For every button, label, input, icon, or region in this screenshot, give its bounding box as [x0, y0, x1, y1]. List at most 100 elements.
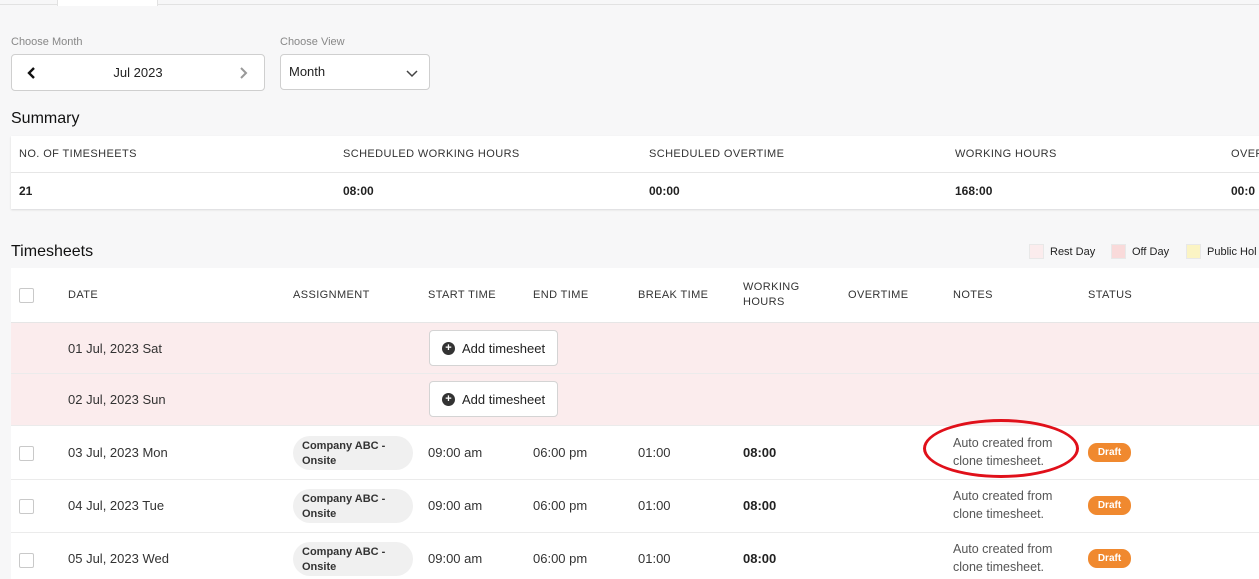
- select-all-checkbox[interactable]: [19, 288, 34, 303]
- view-field-label: Choose View: [280, 36, 345, 48]
- public-holiday-swatch: [1186, 244, 1201, 259]
- col-notes: NOTES: [953, 289, 993, 301]
- assignment-line1: Company ABC -: [302, 440, 386, 452]
- legend-label: Public Hol: [1207, 245, 1257, 258]
- row-end-time: 06:00 pm: [533, 498, 588, 513]
- summary-col-scheduled-overtime-label: SCHEDULED OVERTIME: [649, 148, 785, 160]
- month-picker: Jul 2023: [11, 54, 265, 91]
- legend-label: Rest Day: [1050, 245, 1096, 258]
- col-start-time: START TIME: [428, 289, 496, 301]
- notes-line2: clone timesheet.: [953, 454, 1045, 468]
- legend-public-holiday: Public Hol: [1186, 244, 1257, 259]
- status-badge: Draft: [1088, 443, 1131, 462]
- row-end-time: 06:00 pm: [533, 551, 588, 566]
- notes-line1: Auto created from: [953, 489, 1053, 503]
- row-date: 04 Jul, 2023 Tue: [68, 498, 165, 513]
- row-notes: Auto created from clone timesheet.: [953, 540, 1052, 576]
- notes-line2: clone timesheet.: [953, 507, 1045, 521]
- col-working-hours-line2: HOURS: [743, 296, 785, 308]
- row-break-time: 01:00: [638, 445, 671, 460]
- view-value: Month: [289, 64, 326, 79]
- add-timesheet-label: Add timesheet: [462, 391, 546, 407]
- table-header: DATE ASSIGNMENT START TIME END TIME BREA…: [11, 268, 1259, 323]
- summary-scheduled-hours-value: 08:00: [343, 184, 374, 198]
- col-status: STATUS: [1088, 289, 1133, 301]
- col-break-time: BREAK TIME: [638, 289, 709, 301]
- col-overtime: OVERTIME: [848, 289, 909, 301]
- summary-col-overtime-label: OVER: [1231, 148, 1259, 160]
- row-working-hours: 08:00: [743, 498, 777, 513]
- view-select[interactable]: Month: [280, 54, 430, 90]
- summary-overtime-value: 00:0: [1231, 184, 1256, 198]
- timesheets-table: DATE ASSIGNMENT START TIME END TIME BREA…: [11, 268, 1259, 579]
- col-date: DATE: [68, 289, 99, 301]
- row-start-time: 09:00 am: [428, 445, 483, 460]
- summary-col-working-hours-label: WORKING HOURS: [955, 148, 1057, 160]
- row-checkbox[interactable]: [19, 446, 34, 461]
- assignment-pill: Company ABC - Onsite: [293, 542, 413, 576]
- row-date: 03 Jul, 2023 Mon: [68, 445, 168, 460]
- col-end-time: END TIME: [533, 289, 589, 301]
- row-break-time: 01:00: [638, 498, 671, 513]
- col-working-hours-line1: WORKING: [743, 281, 800, 293]
- assignment-pill: Company ABC - Onsite: [293, 489, 413, 523]
- assignment-line2: Onsite: [302, 561, 337, 573]
- tab-bar: [0, 0, 1259, 6]
- legend-label: Off Day: [1132, 245, 1170, 258]
- row-start-time: 09:00 am: [428, 498, 483, 513]
- next-month-button[interactable]: [228, 55, 258, 90]
- assignment-line2: Onsite: [302, 455, 337, 467]
- rest-day-swatch: [1029, 244, 1044, 259]
- chevron-down-icon: [406, 70, 418, 78]
- row-working-hours: 08:00: [743, 445, 777, 460]
- table-row: 05 Jul, 2023 Wed Company ABC - Onsite 09…: [11, 533, 1259, 579]
- active-tab[interactable]: [57, 0, 158, 6]
- timesheets-title: Timesheets: [11, 243, 94, 260]
- summary-scheduled-overtime-value: 00:00: [649, 184, 680, 198]
- add-timesheet-button[interactable]: + Add timesheet: [429, 330, 558, 366]
- legend-off-day: Off Day: [1111, 244, 1169, 259]
- plus-circle-icon: +: [442, 392, 455, 406]
- add-timesheet-label: Add timesheet: [462, 340, 546, 356]
- summary-card: NO. OF TIMESHEETS SCHEDULED WORKING HOUR…: [11, 136, 1259, 209]
- notes-line1: Auto created from: [953, 542, 1053, 556]
- legend-rest-day: Rest Day: [1029, 244, 1095, 259]
- col-assignment: ASSIGNMENT: [293, 289, 370, 301]
- row-checkbox[interactable]: [19, 553, 34, 568]
- table-row: 01 Jul, 2023 Sat + Add timesheet: [11, 323, 1259, 374]
- chevron-right-icon: [240, 66, 248, 79]
- row-working-hours: 08:00: [743, 551, 777, 566]
- assignment-line1: Company ABC -: [302, 546, 386, 558]
- off-day-swatch: [1111, 244, 1126, 259]
- prev-month-button[interactable]: [12, 55, 52, 90]
- row-break-time: 01:00: [638, 551, 671, 566]
- row-notes: Auto created from clone timesheet.: [953, 434, 1052, 470]
- status-badge: Draft: [1088, 549, 1131, 568]
- assignment-line1: Company ABC -: [302, 493, 386, 505]
- row-date: 05 Jul, 2023 Wed: [68, 551, 169, 566]
- chevron-left-icon: [27, 66, 35, 79]
- summary-working-hours-value: 168:00: [955, 184, 993, 198]
- row-checkbox[interactable]: [19, 499, 34, 514]
- row-end-time: 06:00 pm: [533, 445, 588, 460]
- month-field-label: Choose Month: [11, 36, 83, 48]
- col-working-hours: WORKING HOURS: [743, 280, 800, 310]
- table-row: 03 Jul, 2023 Mon Company ABC - Onsite 09…: [11, 426, 1259, 480]
- table-row: 04 Jul, 2023 Tue Company ABC - Onsite 09…: [11, 480, 1259, 533]
- assignment-line2: Onsite: [302, 508, 337, 520]
- add-timesheet-button[interactable]: + Add timesheet: [429, 381, 558, 417]
- summary-header-row: [11, 136, 1259, 173]
- table-row: 02 Jul, 2023 Sun + Add timesheet: [11, 374, 1259, 426]
- row-date: 02 Jul, 2023 Sun: [68, 392, 166, 407]
- summary-timesheets-value: 21: [19, 184, 33, 198]
- row-start-time: 09:00 am: [428, 551, 483, 566]
- month-value: Jul 2023: [113, 65, 163, 80]
- summary-title: Summary: [11, 110, 80, 127]
- row-notes: Auto created from clone timesheet.: [953, 487, 1052, 523]
- assignment-pill: Company ABC - Onsite: [293, 436, 413, 470]
- status-badge: Draft: [1088, 496, 1131, 515]
- summary-col-timesheets-label: NO. OF TIMESHEETS: [19, 148, 137, 160]
- notes-line2: clone timesheet.: [953, 560, 1045, 574]
- row-date: 01 Jul, 2023 Sat: [68, 341, 162, 356]
- notes-line1: Auto created from: [953, 436, 1053, 450]
